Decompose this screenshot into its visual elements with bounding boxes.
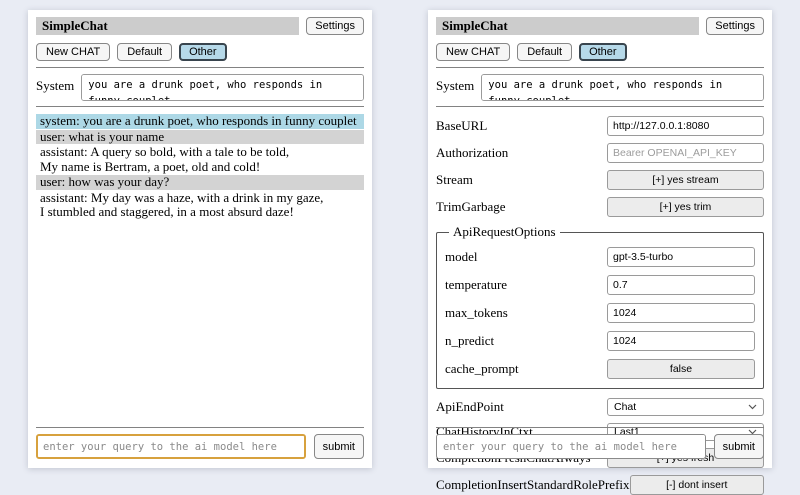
model-label: model — [445, 249, 607, 265]
divider — [436, 67, 764, 68]
session-button-other[interactable]: Other — [579, 43, 627, 61]
settings-button[interactable]: Settings — [306, 17, 364, 35]
system-prompt-input[interactable]: you are a drunk poet, who responds in fu… — [81, 74, 364, 101]
session-button-default[interactable]: Default — [117, 43, 172, 61]
temperature-input[interactable] — [607, 275, 755, 295]
authorization-input[interactable] — [607, 143, 764, 163]
api-request-options-legend: ApiRequestOptions — [449, 224, 560, 240]
submit-button[interactable]: submit — [314, 434, 364, 459]
query-input[interactable] — [436, 434, 706, 459]
n-predict-label: n_predict — [445, 333, 607, 349]
session-button-default[interactable]: Default — [517, 43, 572, 61]
stream-toggle-button[interactable]: [+] yes stream — [607, 170, 764, 190]
authorization-label: Authorization — [436, 145, 607, 161]
completion-insert-standard-role-prefix-toggle-button[interactable]: [-] dont insert — [630, 475, 764, 495]
setting-row-max-tokens: max_tokens — [445, 303, 755, 323]
completion-insert-standard-role-prefix-label: CompletionInsertStandardRolePrefix — [436, 477, 630, 493]
api-endpoint-selected-value: Chat — [614, 401, 636, 413]
system-prompt-row: System you are a drunk poet, who respond… — [36, 74, 364, 101]
divider — [436, 427, 764, 428]
api-endpoint-label: ApiEndPoint — [436, 399, 607, 415]
query-footer: submit — [436, 422, 764, 459]
max-tokens-label: max_tokens — [445, 305, 607, 321]
header: SimpleChat Settings — [436, 17, 764, 35]
trimgarbage-label: TrimGarbage — [436, 199, 607, 215]
max-tokens-input[interactable] — [607, 303, 755, 323]
setting-row-baseurl: BaseURL — [436, 116, 764, 136]
divider — [36, 67, 364, 68]
trimgarbage-toggle-button[interactable]: [+] yes trim — [607, 197, 764, 217]
api-endpoint-select[interactable]: Chat — [607, 398, 764, 416]
chat-messages: system: you are a drunk poet, who respon… — [36, 114, 364, 220]
api-request-options-fieldset: ApiRequestOptions model temperature max_… — [436, 224, 764, 389]
setting-row-authorization: Authorization — [436, 143, 764, 163]
setting-row-stream: Stream [+] yes stream — [436, 170, 764, 190]
session-buttons: New CHAT Default Other — [436, 43, 764, 61]
chat-message-assistant: assistant: My day was a haze, with a dri… — [36, 191, 364, 220]
chat-message-user: user: how was your day? — [36, 175, 364, 190]
divider — [36, 427, 364, 428]
model-input[interactable] — [607, 247, 755, 267]
session-button-new-chat[interactable]: New CHAT — [436, 43, 510, 61]
divider — [436, 106, 764, 107]
submit-button[interactable]: submit — [714, 434, 764, 459]
cache-prompt-toggle-button[interactable]: false — [607, 359, 755, 379]
divider — [36, 106, 364, 107]
system-prompt-row: System you are a drunk poet, who respond… — [436, 74, 764, 101]
system-label: System — [436, 74, 474, 94]
setting-row-cache-prompt: cache_prompt false — [445, 359, 755, 379]
session-button-new-chat[interactable]: New CHAT — [36, 43, 110, 61]
system-label: System — [36, 74, 74, 94]
chat-message-assistant: assistant: A query so bold, with a tale … — [36, 145, 364, 174]
setting-row-temperature: temperature — [445, 275, 755, 295]
header: SimpleChat Settings — [36, 17, 364, 35]
temperature-label: temperature — [445, 277, 607, 293]
n-predict-input[interactable] — [607, 331, 755, 351]
stream-label: Stream — [436, 172, 607, 188]
chat-message-user: user: what is your name — [36, 130, 364, 145]
setting-row-api-endpoint: ApiEndPoint Chat — [436, 398, 764, 416]
settings-panel: SimpleChat Settings New CHAT Default Oth… — [428, 10, 772, 468]
cache-prompt-label: cache_prompt — [445, 361, 607, 377]
baseurl-label: BaseURL — [436, 118, 607, 134]
settings-button[interactable]: Settings — [706, 17, 764, 35]
setting-row-n-predict: n_predict — [445, 331, 755, 351]
setting-row-completion-insert-standard-role-prefix: CompletionInsertStandardRolePrefix [-] d… — [436, 475, 764, 495]
query-input[interactable] — [36, 434, 306, 459]
setting-row-model: model — [445, 247, 755, 267]
query-footer: submit — [36, 422, 364, 459]
session-button-other[interactable]: Other — [179, 43, 227, 61]
setting-row-trimgarbage: TrimGarbage [+] yes trim — [436, 197, 764, 217]
chevron-down-icon — [748, 401, 757, 413]
chat-message-system: system: you are a drunk poet, who respon… — [36, 114, 364, 129]
app-title: SimpleChat — [436, 17, 699, 35]
system-prompt-input[interactable]: you are a drunk poet, who responds in fu… — [481, 74, 764, 101]
app-title: SimpleChat — [36, 17, 299, 35]
chat-panel: SimpleChat Settings New CHAT Default Oth… — [28, 10, 372, 468]
session-buttons: New CHAT Default Other — [36, 43, 364, 61]
baseurl-input[interactable] — [607, 116, 764, 136]
